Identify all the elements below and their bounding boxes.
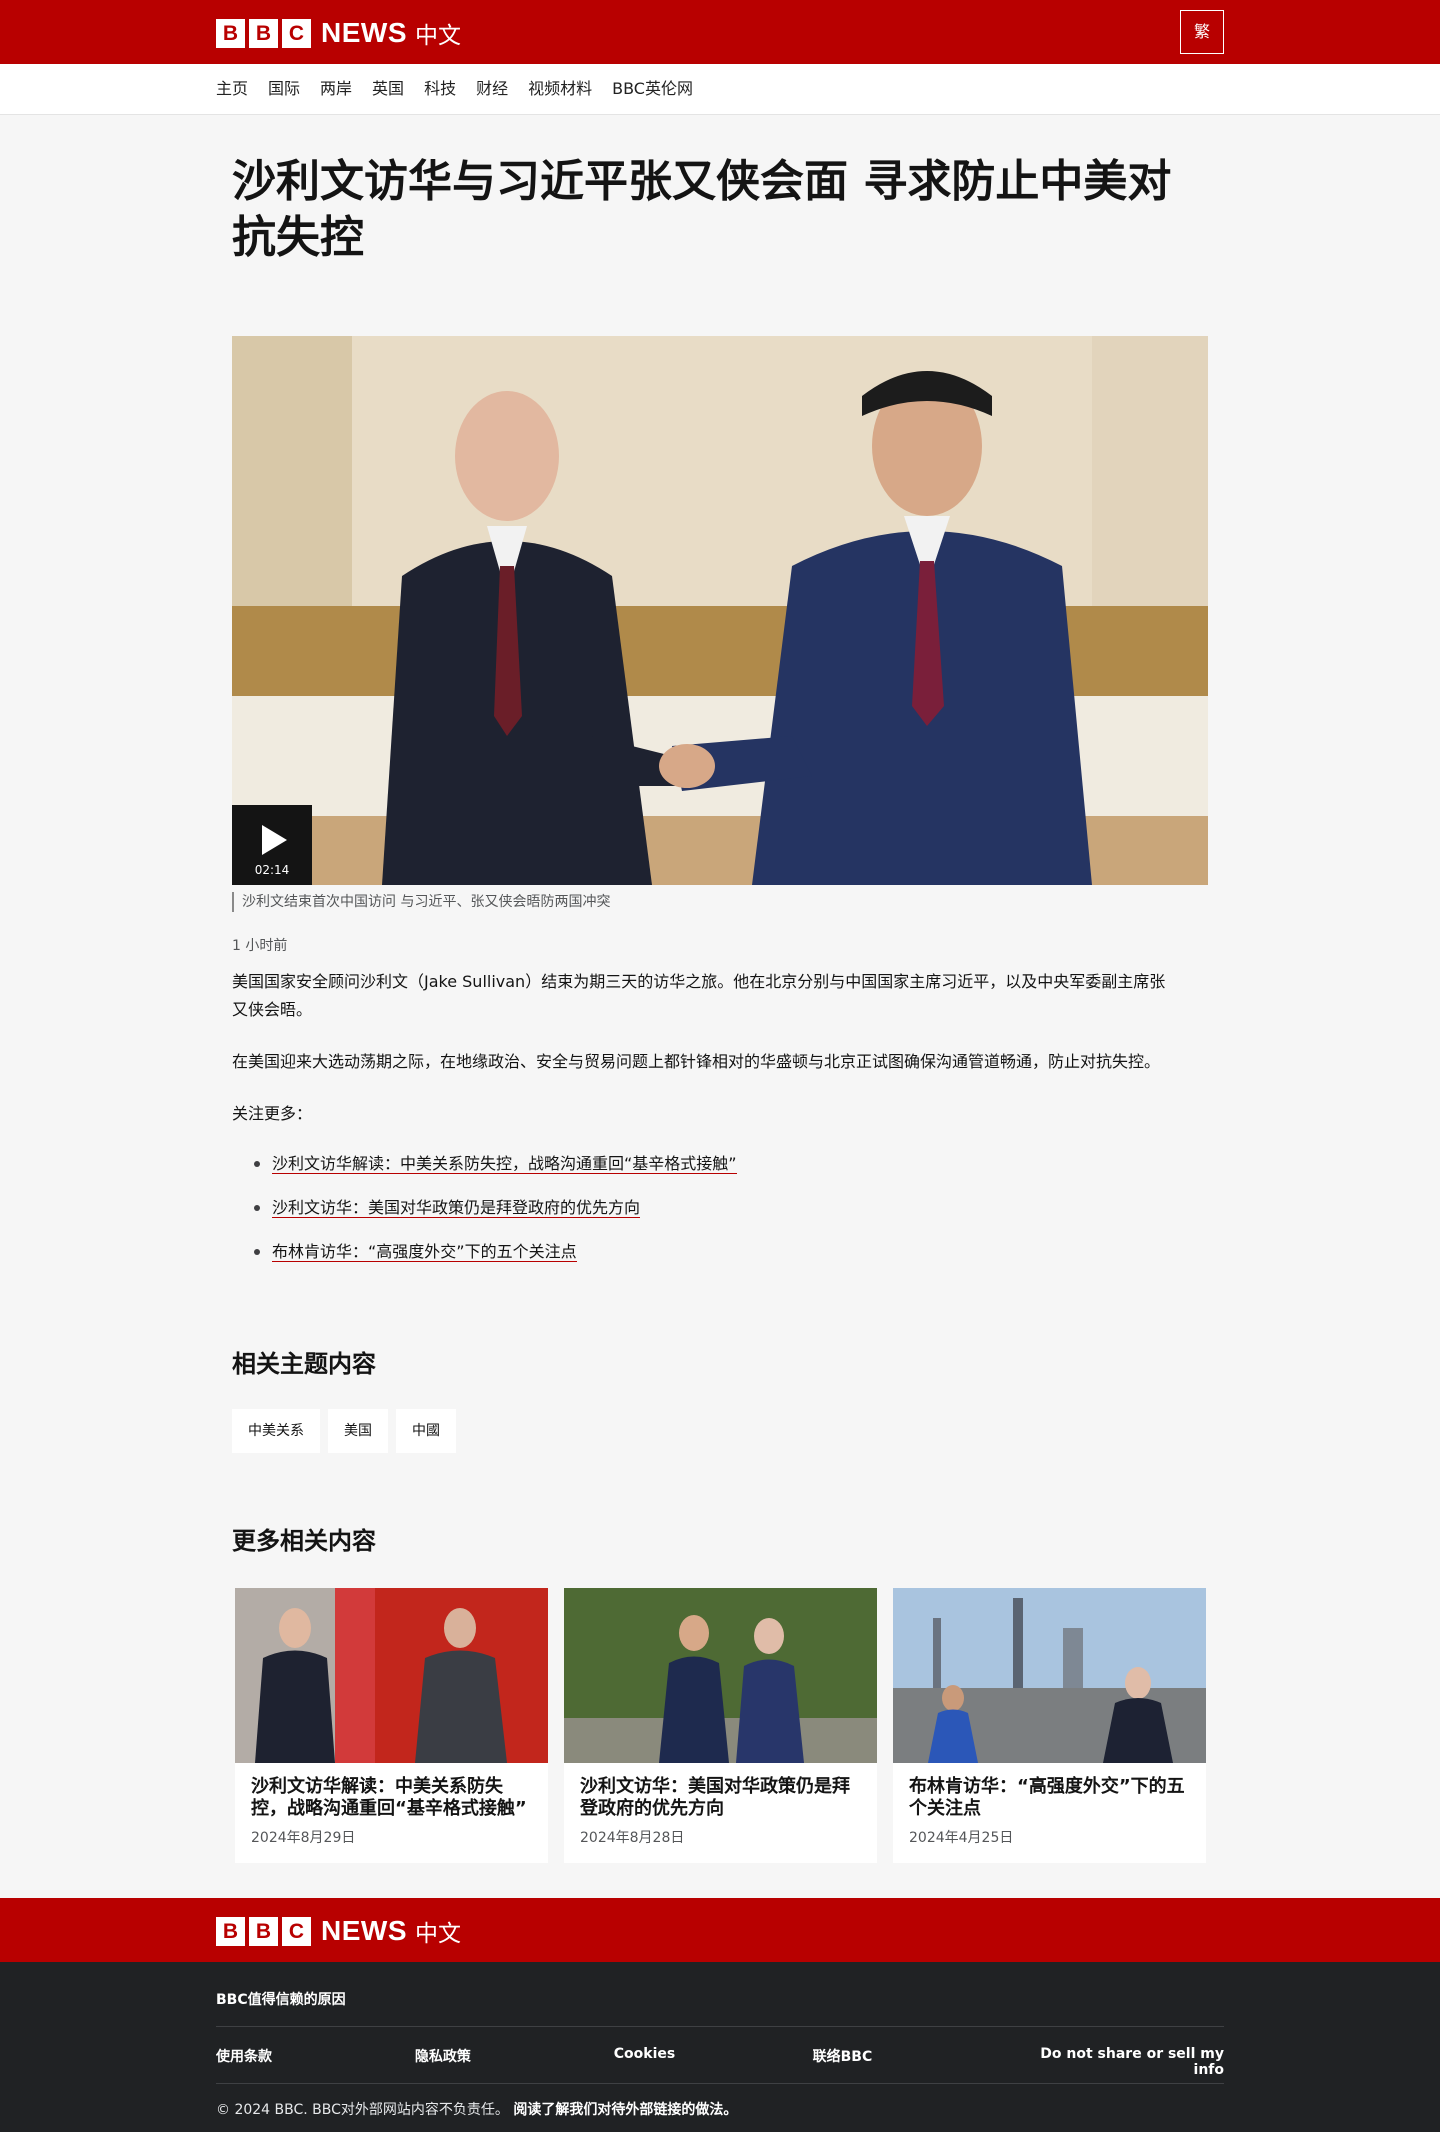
story-title: 沙利文访华解读：中美关系防失控，战略沟通重回“基辛格式接触” [251,1776,527,1819]
nav-item-bbc-uk-china[interactable]: BBC英伦网 [612,64,693,114]
footer-links: 使用条款 隐私政策 Cookies 联络BBC Do not share or … [216,2046,1224,2078]
more-content-title: 更多相关内容 [232,1527,376,1555]
follow-more-label: 关注更多： [232,1104,313,1123]
footer-link-do-not-sell[interactable]: Do not share or sell my info [1012,2046,1224,2078]
related-topics-title: 相关主题内容 [232,1350,376,1378]
story-date: 2024年8月28日 [580,1830,685,1846]
main-nav: 主页 国际 两岸 英国 科技 财经 视频材料 BBC英伦网 [0,64,1440,115]
video-duration: 02:14 [254,863,290,877]
footer-link-terms[interactable]: 使用条款 [216,2046,415,2078]
list-item: 布林肯访华：“高强度外交”下的五个关注点 [254,1238,737,1266]
footer-link-contact[interactable]: 联络BBC [813,2046,1012,2078]
footer-copyright: © 2024 BBC. BBC对外部网站内容不负责任。 阅读了解我们对待外部链接… [216,2099,737,2119]
related-link-1[interactable]: 沙利文访华解读：中美关系防失控，战略沟通重回“基辛格式接触” [272,1154,737,1174]
copyright-text: © 2024 BBC. BBC对外部网站内容不负责任。 [216,2102,509,2118]
nav-item-world[interactable]: 国际 [268,64,300,114]
nav-item-cross-strait[interactable]: 两岸 [320,64,352,114]
nav-item-home[interactable]: 主页 [216,64,248,114]
footer-trust-link[interactable]: BBC值得信赖的原因 [216,1989,346,2009]
publish-timestamp: 1 小时前 [232,938,288,954]
footer-divider [216,2083,1224,2084]
list-item: 沙利文访华：美国对华政策仍是拜登政府的优先方向 [254,1194,737,1222]
logo-block-b1: B [216,18,245,48]
story-title: 沙利文访华：美国对华政策仍是拜登政府的优先方向 [580,1776,850,1819]
story-title: 布林肯访华：“高强度外交”下的五个关注点 [909,1776,1185,1819]
nav-item-video[interactable]: 视频材料 [528,64,592,114]
logo-block-c: C [282,18,311,48]
list-item: 沙利文访华解读：中美关系防失控，战略沟通重回“基辛格式接触” [254,1150,737,1178]
logo-news-text: NEWS [321,1915,407,1946]
related-links-list: 沙利文访华解读：中美关系防失控，战略沟通重回“基辛格式接触” 沙利文访华：美国对… [254,1150,737,1282]
story-date: 2024年4月25日 [909,1830,1014,1846]
footer-link-privacy[interactable]: 隐私政策 [415,2046,614,2078]
play-icon [262,825,287,855]
story-card-2[interactable]: 沙利文访华：美国对华政策仍是拜登政府的优先方向 2024年8月28日 [564,1588,877,1863]
logo-chinese-text: 中文 [415,23,461,49]
logo-block-b2: B [249,18,278,48]
external-links-policy-link[interactable]: 阅读了解我们对待外部链接的做法。 [513,2102,737,2118]
footer-link-cookies[interactable]: Cookies [614,2046,813,2078]
story-card-1[interactable]: 沙利文访华解读：中美关系防失控，战略沟通重回“基辛格式接触” 2024年8月29… [235,1588,548,1863]
related-link-3[interactable]: 布林肯访华：“高强度外交”下的五个关注点 [272,1242,577,1262]
logo-news-text: NEWS [321,17,407,48]
article-headline: 沙利文访华与习近平张又侠会面 寻求防止中美对抗失控 [232,156,1172,263]
topic-tag-usa[interactable]: 美国 [328,1409,388,1453]
article-paragraph-2: 在美国迎来大选动荡期之际，在地缘政治、安全与贸易问题上都针锋相对的华盛顿与北京正… [232,1052,1161,1071]
video-still-image [232,336,1208,885]
play-button[interactable]: 02:14 [232,805,312,885]
logo-block-b2: B [249,1916,278,1946]
footer: BBC值得信赖的原因 使用条款 隐私政策 Cookies 联络BBC Do no… [0,1962,1440,2132]
story-date: 2024年8月29日 [251,1830,356,1846]
article-paragraph-1: 美国国家安全顾问沙利文（Jake Sullivan）结束为期三天的访华之旅。他在… [232,972,1166,1019]
story-card-3[interactable]: 布林肯访华：“高强度外交”下的五个关注点 2024年4月25日 [893,1588,1206,1863]
topic-tag-china-us[interactable]: 中美关系 [232,1409,320,1453]
more-content-cards: 沙利文访华解读：中美关系防失控，战略沟通重回“基辛格式接触” 2024年8月29… [235,1588,1222,1863]
related-link-2[interactable]: 沙利文访华：美国对华政策仍是拜登政府的优先方向 [272,1198,641,1218]
top-bar: B B C NEWS 中文 繁 [0,0,1440,64]
bbc-news-logo[interactable]: B B C NEWS 中文 [216,16,461,50]
video-player[interactable]: 02:14 [232,336,1208,885]
nav-item-tech[interactable]: 科技 [424,64,456,114]
topic-tag-china[interactable]: 中國 [396,1409,456,1453]
topic-tags: 中美关系 美国 中國 [232,1409,464,1453]
logo-block-b1: B [216,1916,245,1946]
footer-brand-bar: B B C NEWS 中文 [0,1898,1440,1962]
nav-item-business[interactable]: 财经 [476,64,508,114]
logo-block-c: C [282,1916,311,1946]
video-caption: 沙利文结束首次中国访问 与习近平、张又侠会晤防两国冲突 [232,892,610,912]
nav-item-uk[interactable]: 英国 [372,64,404,114]
footer-bbc-news-logo[interactable]: B B C NEWS 中文 [216,1914,461,1948]
logo-chinese-text: 中文 [415,1921,461,1947]
traditional-chinese-button[interactable]: 繁 [1180,10,1224,54]
story-thumbnail [893,1588,1206,1763]
story-thumbnail [564,1588,877,1763]
story-thumbnail [235,1588,548,1763]
footer-divider [216,2026,1224,2027]
